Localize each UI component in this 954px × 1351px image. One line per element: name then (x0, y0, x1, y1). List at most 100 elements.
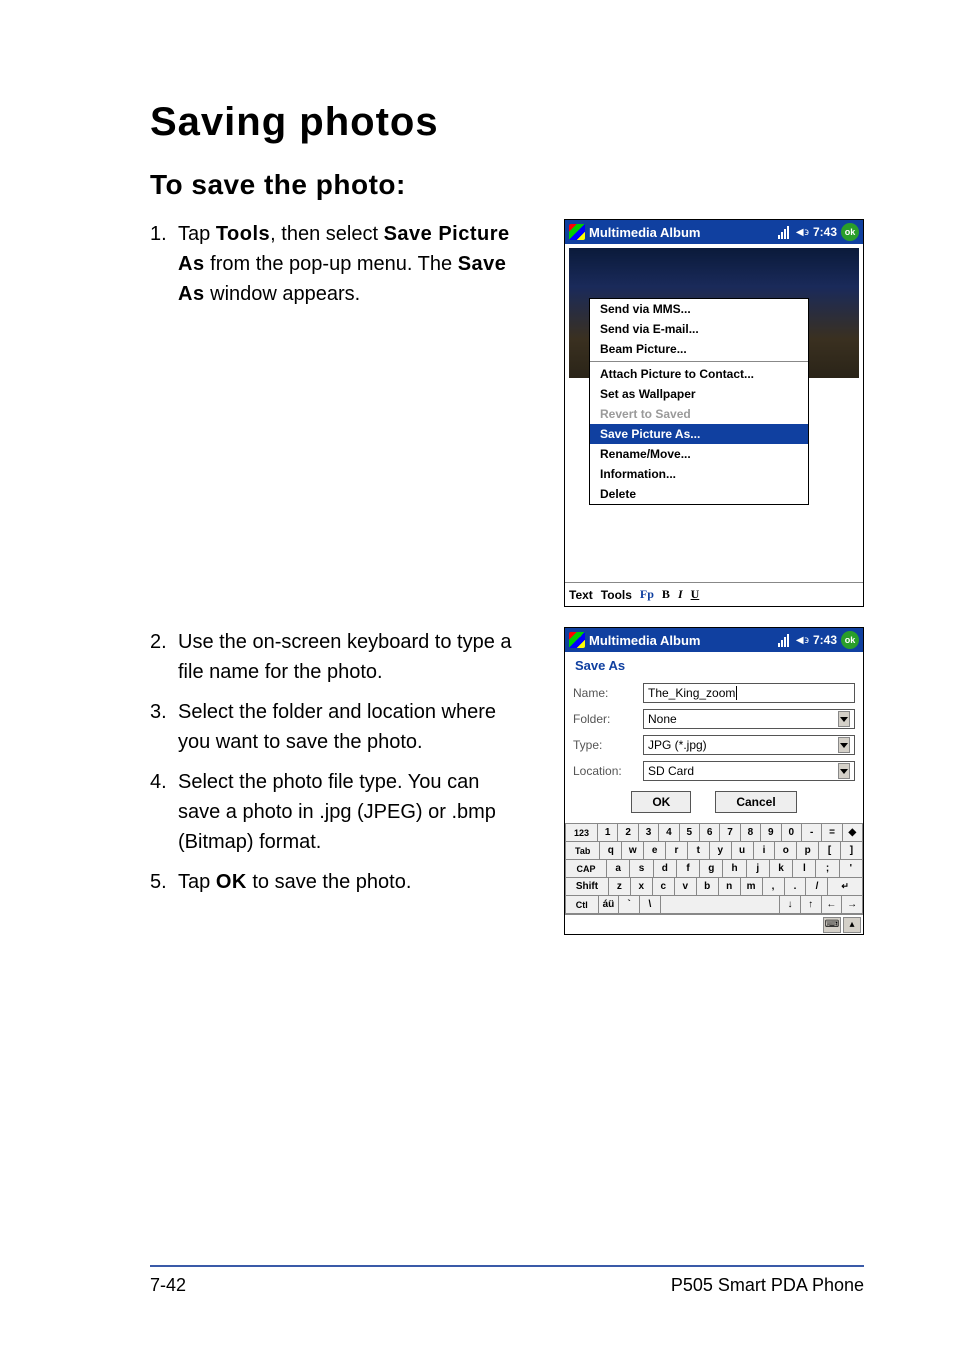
sip-up-icon[interactable]: ▴ (843, 917, 861, 933)
key-f[interactable]: f (677, 860, 700, 878)
key-ctl[interactable]: Ctl (565, 896, 599, 914)
key-5[interactable]: 5 (680, 824, 700, 842)
chevron-down-icon[interactable] (838, 763, 850, 779)
key-j[interactable]: j (747, 860, 770, 878)
menu-item-information[interactable]: Information... (590, 464, 808, 484)
key-2[interactable]: 2 (618, 824, 638, 842)
key-shift[interactable]: Shift (565, 878, 609, 896)
key-space[interactable] (661, 896, 780, 914)
key-minus[interactable]: - (802, 824, 822, 842)
keyboard-toggle-icon[interactable]: ⌨ (823, 917, 841, 933)
key-rbracket[interactable]: ] (841, 842, 863, 860)
key-m[interactable]: m (741, 878, 763, 896)
ok-dialog-button[interactable]: OK (631, 791, 691, 813)
key-p[interactable]: p (797, 842, 819, 860)
key-backtick[interactable]: ` (619, 896, 640, 914)
chevron-down-icon[interactable] (838, 711, 850, 727)
key-up[interactable]: ↑ (801, 896, 822, 914)
key-semicolon[interactable]: ; (816, 860, 839, 878)
menu-item-delete[interactable]: Delete (590, 484, 808, 504)
format-underline[interactable]: U (691, 587, 700, 602)
speaker-icon (796, 635, 809, 646)
select-folder-value: None (648, 712, 677, 726)
key-equals[interactable]: = (822, 824, 842, 842)
key-c[interactable]: c (653, 878, 675, 896)
key-backslash[interactable]: \ (640, 896, 661, 914)
key-apostrophe[interactable]: ' (840, 860, 863, 878)
format-italic[interactable]: I (678, 587, 683, 602)
select-folder[interactable]: None (643, 709, 855, 729)
signal-icon (778, 633, 792, 647)
ok-button[interactable]: ok (841, 223, 859, 241)
key-d[interactable]: d (654, 860, 677, 878)
key-3[interactable]: 3 (639, 824, 659, 842)
key-4[interactable]: 4 (659, 824, 679, 842)
chevron-down-icon[interactable] (838, 737, 850, 753)
start-icon[interactable] (569, 224, 585, 240)
key-k[interactable]: k (770, 860, 793, 878)
key-a[interactable]: a (607, 860, 630, 878)
format-font-picker[interactable]: Fp (640, 587, 654, 602)
tab-text[interactable]: Text (569, 588, 593, 602)
label-folder: Folder: (573, 712, 643, 726)
key-123[interactable]: 123 (565, 824, 598, 842)
label-location: Location: (573, 764, 643, 778)
key-l[interactable]: l (793, 860, 816, 878)
sip-bar: ⌨ ▴ (565, 914, 863, 934)
key-right[interactable]: → (842, 896, 863, 914)
key-accent[interactable]: áü (599, 896, 620, 914)
key-e[interactable]: e (644, 842, 666, 860)
key-h[interactable]: h (723, 860, 746, 878)
cancel-dialog-button[interactable]: Cancel (715, 791, 796, 813)
menu-item-attach-contact[interactable]: Attach Picture to Contact... (590, 364, 808, 384)
step-text: Tap (178, 223, 216, 245)
key-slash[interactable]: / (806, 878, 828, 896)
screenshot-tools-menu: Multimedia Album 7:43 ok Send via MMS...… (564, 219, 864, 607)
tools-menu-popup: Send via MMS... Send via E-mail... Beam … (589, 298, 809, 505)
key-9[interactable]: 9 (761, 824, 781, 842)
key-caps[interactable]: CAP (565, 860, 607, 878)
key-o[interactable]: o (775, 842, 797, 860)
key-u[interactable]: u (732, 842, 754, 860)
key-comma[interactable]: , (763, 878, 785, 896)
key-w[interactable]: w (622, 842, 644, 860)
key-r[interactable]: r (666, 842, 688, 860)
key-left[interactable]: ← (822, 896, 843, 914)
menu-item-rename-move[interactable]: Rename/Move... (590, 444, 808, 464)
key-lbracket[interactable]: [ (819, 842, 841, 860)
key-i[interactable]: i (754, 842, 776, 860)
key-v[interactable]: v (675, 878, 697, 896)
key-n[interactable]: n (719, 878, 741, 896)
ok-button[interactable]: ok (841, 631, 859, 649)
key-period[interactable]: . (785, 878, 807, 896)
input-name[interactable]: The_King_zoom (643, 683, 855, 703)
key-backspace[interactable]: ◆ (843, 824, 863, 842)
key-z[interactable]: z (609, 878, 631, 896)
key-x[interactable]: x (631, 878, 653, 896)
menu-item-send-mms[interactable]: Send via MMS... (590, 299, 808, 319)
key-g[interactable]: g (700, 860, 723, 878)
key-t[interactable]: t (688, 842, 710, 860)
key-1[interactable]: 1 (598, 824, 618, 842)
key-tab[interactable]: Tab (565, 842, 600, 860)
onscreen-keyboard[interactable]: 123 1 2 3 4 5 6 7 8 9 0 - = ◆ (565, 823, 863, 914)
key-0[interactable]: 0 (782, 824, 802, 842)
select-type[interactable]: JPG (*.jpg) (643, 735, 855, 755)
key-y[interactable]: y (710, 842, 732, 860)
key-down[interactable]: ↓ (780, 896, 801, 914)
key-s[interactable]: s (630, 860, 653, 878)
key-q[interactable]: q (600, 842, 622, 860)
menu-item-set-wallpaper[interactable]: Set as Wallpaper (590, 384, 808, 404)
tab-tools[interactable]: Tools (601, 588, 632, 602)
menu-item-send-email[interactable]: Send via E-mail... (590, 319, 808, 339)
format-bold[interactable]: B (662, 587, 670, 602)
start-icon[interactable] (569, 632, 585, 648)
key-6[interactable]: 6 (700, 824, 720, 842)
key-enter[interactable]: ↵ (828, 878, 863, 896)
key-8[interactable]: 8 (741, 824, 761, 842)
select-location[interactable]: SD Card (643, 761, 855, 781)
menu-item-save-picture-as[interactable]: Save Picture As... (590, 424, 808, 444)
key-b[interactable]: b (697, 878, 719, 896)
key-7[interactable]: 7 (720, 824, 740, 842)
menu-item-beam[interactable]: Beam Picture... (590, 339, 808, 359)
